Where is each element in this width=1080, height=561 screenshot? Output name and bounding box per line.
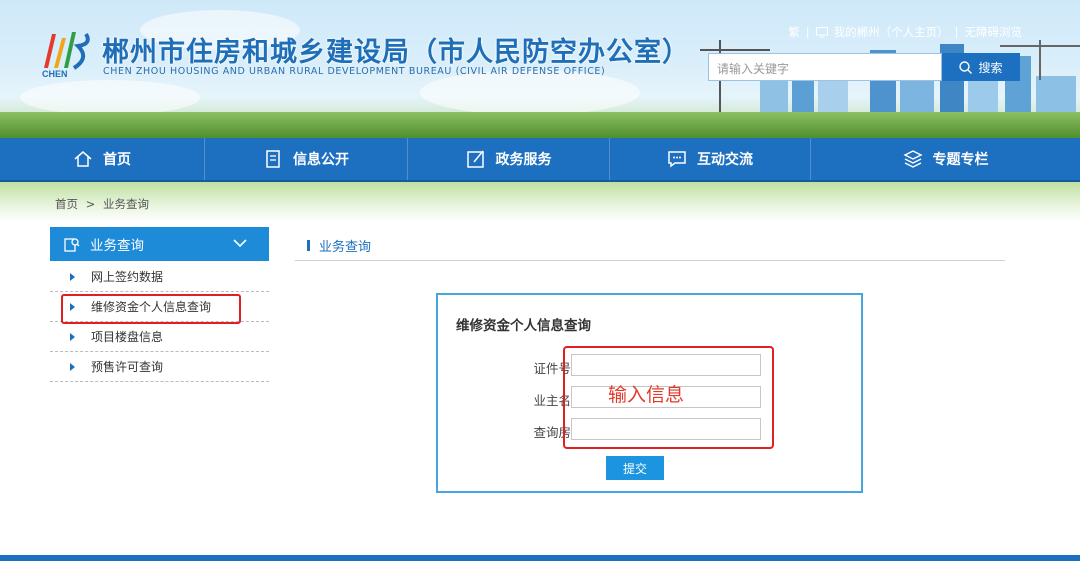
sidebar-item-presale-permit[interactable]: 预售许可查询 [50, 352, 269, 382]
layers-icon [902, 150, 923, 168]
nav-item-info-disclosure[interactable]: 信息公开 [205, 138, 408, 180]
sidebar-item-label: 预售许可查询 [91, 360, 164, 374]
nav-item-label: 信息公开 [293, 152, 349, 168]
chat-icon [668, 151, 686, 168]
nav-item-label: 专题专栏 [932, 152, 989, 168]
site-header: CHEN 郴州市住房和城乡建设局（市人民防空办公室） CHEN ZHOU HOU… [0, 0, 1080, 138]
nav-item-interaction[interactable]: 互动交流 [610, 138, 811, 180]
my-chenzhou-link[interactable]: 我的郴州（个人主页） [834, 24, 949, 40]
search-button-label: 搜索 [978, 60, 1003, 75]
footer-bar [0, 555, 1080, 561]
nav-item-label: 政务服务 [495, 152, 552, 168]
nav-item-label: 互动交流 [697, 152, 753, 168]
sidebar-heading-label: 业务查询 [90, 238, 144, 254]
cloud-decoration [20, 80, 200, 115]
submit-button[interactable]: 提交 [606, 456, 664, 480]
search-doc-icon [64, 238, 80, 252]
sidebar-item-label: 项目楼盘信息 [91, 330, 164, 344]
triangle-bullet-icon [70, 362, 75, 371]
top-links: 繁 | 我的郴州（个人主页） | 无障碍浏览 [788, 24, 1022, 40]
divider: | [805, 25, 810, 39]
title-bar-decoration [307, 240, 310, 251]
section-title: 业务查询 [307, 236, 371, 255]
nav-item-special-topics[interactable]: 专题专栏 [811, 138, 1080, 180]
nav-item-home[interactable]: 首页 [0, 138, 205, 180]
nav-item-gov-services[interactable]: 政务服务 [408, 138, 610, 180]
site-title: 郴州市住房和城乡建设局（市人民防空办公室） [102, 37, 690, 68]
chevron-down-icon [233, 239, 247, 248]
bureau-logo-icon: CHEN [42, 32, 90, 78]
breadcrumb-separator: > [85, 197, 96, 211]
section-title-label: 业务查询 [319, 240, 372, 255]
traditional-chinese-link[interactable]: 繁 [788, 24, 800, 40]
breadcrumb-home-link[interactable]: 首页 [55, 197, 78, 211]
search-input[interactable]: 请输入关键字 [708, 53, 942, 81]
site-subtitle: CHEN ZHOU HOUSING AND URBAN RURAL DEVELO… [103, 66, 606, 77]
search-button[interactable]: 搜索 [942, 53, 1020, 81]
triangle-bullet-icon [70, 272, 75, 281]
section-divider [295, 260, 1005, 261]
breadcrumb: 首页 > 业务查询 [55, 196, 149, 212]
green-band [0, 182, 1080, 222]
sidebar-item-online-contracts[interactable]: 网上签约数据 [50, 262, 269, 292]
edit-icon [466, 150, 484, 168]
monitor-icon [815, 26, 828, 37]
breadcrumb-current[interactable]: 业务查询 [103, 197, 149, 211]
sidebar-item-label: 网上签约数据 [91, 270, 164, 284]
svg-text:CHEN: CHEN [42, 69, 68, 78]
annotation-text: 输入信息 [608, 384, 685, 406]
accessibility-link[interactable]: 无障碍浏览 [965, 24, 1023, 40]
search-icon [959, 60, 973, 74]
sidebar-item-project-buildings[interactable]: 项目楼盘信息 [50, 322, 269, 352]
grass-hills [0, 112, 1080, 138]
form-title: 维修资金个人信息查询 [456, 318, 591, 334]
triangle-bullet-icon [70, 332, 75, 341]
home-icon [74, 151, 92, 167]
nav-item-label: 首页 [103, 152, 131, 168]
highlight-box-sidebar [61, 294, 241, 324]
divider: | [954, 25, 959, 39]
main-nav: 首页 信息公开 政务服务 互动交流 专题专栏 [0, 138, 1080, 182]
document-icon [266, 150, 280, 168]
sidebar-heading[interactable]: 业务查询 [50, 227, 269, 261]
